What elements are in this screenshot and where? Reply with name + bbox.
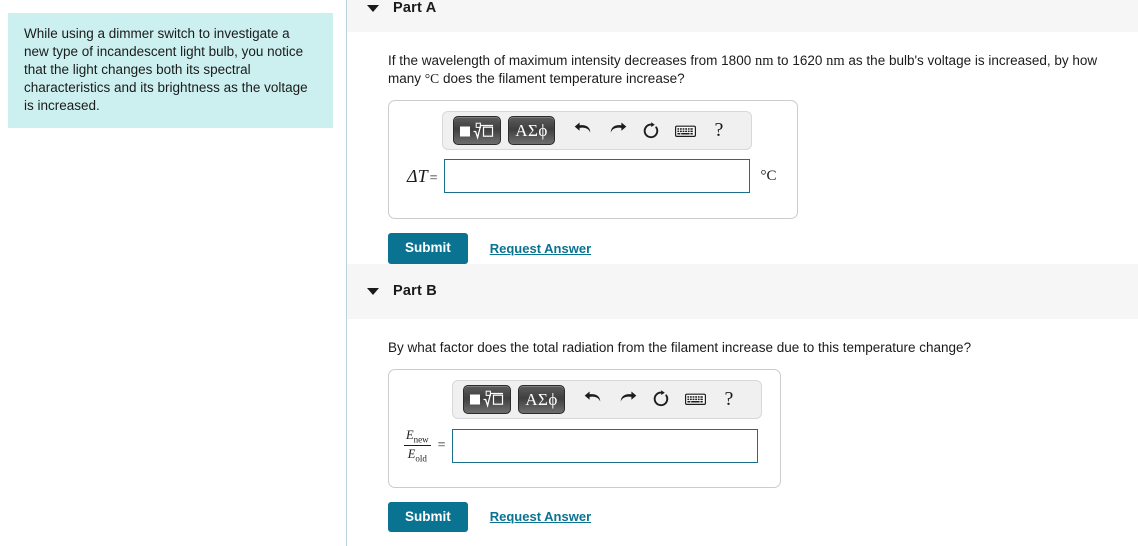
reset-icon-part-b[interactable] — [644, 385, 678, 414]
reset-icon-part-a[interactable] — [634, 116, 668, 145]
part-a-header-band[interactable]: Part A — [347, 0, 1138, 32]
page-root: While using a dimmer switch to investiga… — [0, 0, 1138, 546]
help-icon-part-a[interactable]: ? — [702, 116, 736, 145]
left-pane: While using a dimmer switch to investiga… — [0, 0, 347, 546]
part-b-answer-row: Enew Eold = — [389, 428, 780, 464]
part-b-request-answer-link[interactable]: Request Answer — [490, 509, 591, 524]
part-b-title: Part B — [393, 283, 437, 299]
part-a-submit-button[interactable]: Submit — [388, 233, 468, 264]
keyboard-icon-part-b[interactable] — [678, 385, 712, 414]
fraction-bar — [404, 445, 431, 447]
part-a-submit-row: Submit Request Answer — [388, 233, 1120, 264]
undo-icon-part-b[interactable] — [576, 385, 610, 414]
part-a-math-toolbar: ΑΣϕ ? — [442, 111, 752, 150]
chevron-down-icon-part-a[interactable] — [365, 0, 381, 16]
part-a-answer-row: ΔT = °C — [389, 159, 797, 193]
part-a-answer-input[interactable] — [444, 159, 751, 193]
part-b-header-band[interactable]: Part B — [347, 263, 1138, 319]
part-a-question-mid: to — [777, 53, 789, 68]
part-b-submit-button[interactable]: Submit — [388, 501, 468, 532]
fraction-denominator: Eold — [406, 447, 429, 464]
part-a-body: If the wavelength of maximum intensity d… — [347, 32, 1138, 264]
fraction-denominator-subscript: old — [415, 453, 427, 464]
redo-icon-part-a[interactable] — [600, 116, 634, 145]
part-a-request-answer-link[interactable]: Request Answer — [490, 241, 591, 256]
part-a-title: Part A — [393, 0, 437, 16]
problem-statement-text: While using a dimmer switch to investiga… — [24, 26, 308, 113]
greek-symbols-button-part-a[interactable]: ΑΣϕ — [508, 116, 555, 145]
part-b-answer-label: Enew Eold = — [399, 428, 446, 464]
part-b-answer-container: ΑΣϕ ? Enew Eold = — [388, 368, 781, 488]
part-b-submit-row: Submit Request Answer — [388, 501, 1120, 532]
right-pane: Part A If the wavelength of maximum inte… — [347, 0, 1138, 546]
keyboard-icon-part-a[interactable] — [668, 116, 702, 145]
math-template-button-part-a[interactable] — [453, 116, 501, 145]
part-b-answer-equals: = — [437, 437, 446, 453]
part-b-math-toolbar: ΑΣϕ ? — [452, 379, 762, 419]
part-a-unit-from: nm — [754, 53, 774, 69]
part-a-answer-label: ΔT = — [399, 166, 437, 187]
part-a-answer-symbol: ΔT — [407, 165, 428, 186]
part-b-body: By what factor does the total radiation … — [347, 319, 1138, 532]
part-a-answer-unit: °C — [760, 167, 777, 184]
chevron-down-icon-part-b[interactable] — [365, 283, 381, 299]
help-icon-part-b[interactable]: ? — [712, 385, 746, 414]
math-template-button-part-b[interactable] — [463, 384, 511, 414]
part-a-value-to: 1620 — [792, 53, 823, 68]
part-a-question-lead: If the wavelength of maximum intensity d… — [388, 53, 718, 68]
greek-symbols-button-part-b[interactable]: ΑΣϕ — [518, 384, 565, 414]
part-a-answer-equals: = — [429, 170, 438, 186]
part-a-question-text: If the wavelength of maximum intensity d… — [388, 32, 1120, 87]
undo-icon-part-a[interactable] — [566, 116, 600, 145]
problem-statement-box: While using a dimmer switch to investiga… — [8, 13, 333, 128]
part-a-answer-container: ΑΣϕ ? ΔT = °C — [388, 100, 798, 219]
part-b-answer-input[interactable] — [451, 428, 758, 463]
redo-icon-part-b[interactable] — [610, 385, 644, 414]
part-a-unit-to: nm — [826, 53, 845, 69]
greek-symbols-label: ΑΣϕ — [525, 389, 558, 409]
part-a-question-end: does the filament temperature increase? — [442, 71, 685, 86]
math-template-icon — [469, 390, 505, 408]
energy-ratio-fraction: Enew Eold — [404, 428, 431, 464]
math-template-icon — [459, 122, 495, 140]
part-b-question-text: By what factor does the total radiation … — [388, 339, 972, 355]
fraction-numerator-symbol: E — [406, 427, 414, 442]
part-a-unit-degree: °C — [424, 71, 440, 86]
greek-symbols-label: ΑΣϕ — [515, 121, 548, 140]
fraction-numerator: Enew — [404, 428, 431, 445]
part-a-value-from: 1800 — [721, 53, 752, 68]
fraction-numerator-subscript: new — [413, 434, 429, 444]
